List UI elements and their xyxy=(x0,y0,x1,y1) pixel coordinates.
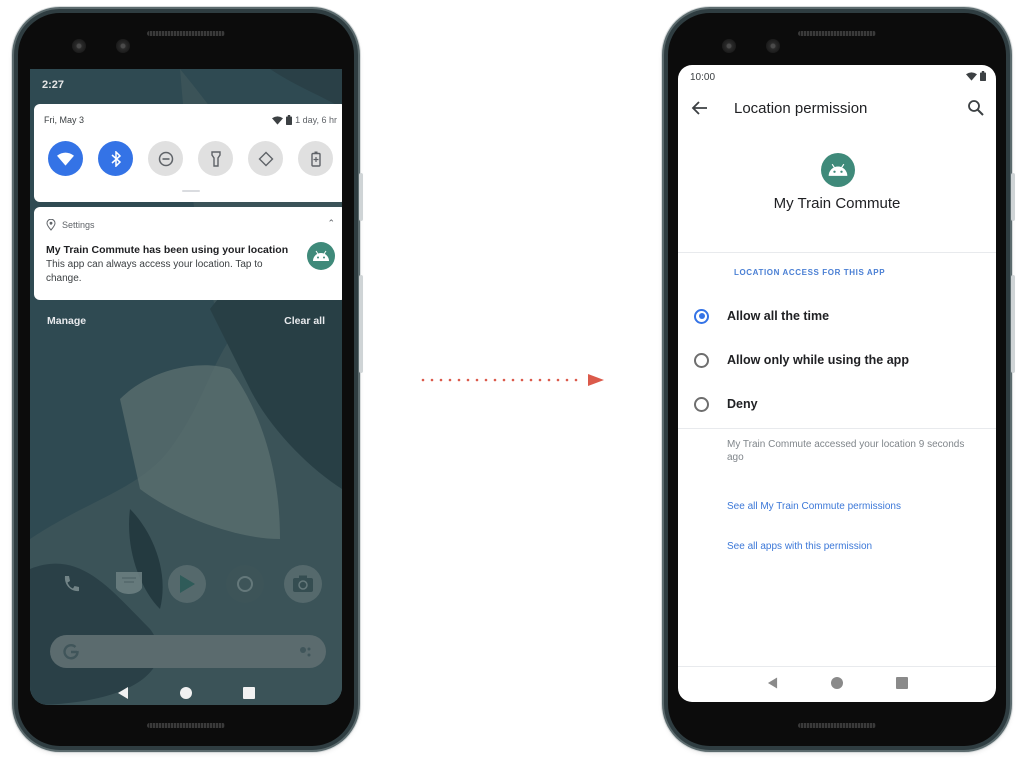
volume-button xyxy=(1011,275,1015,373)
google-search-bar[interactable] xyxy=(50,635,326,668)
option-label: Allow all the time xyxy=(727,309,830,323)
collapse-chevron-icon[interactable]: ⌃ xyxy=(327,218,335,229)
power-button xyxy=(1011,173,1015,221)
android-app-icon xyxy=(307,242,335,270)
option-label: Allow only while using the app xyxy=(727,353,909,367)
divider xyxy=(678,252,996,253)
access-note: My Train Commute accessed your location … xyxy=(727,439,965,463)
flashlight-icon xyxy=(210,150,221,167)
front-sensor xyxy=(116,39,130,53)
notification-source: Settings xyxy=(62,220,95,230)
qs-tile-wifi[interactable] xyxy=(48,141,83,176)
earpiece-speaker xyxy=(147,31,225,36)
location-pin-icon xyxy=(46,219,56,231)
qs-tile-auto-rotate[interactable] xyxy=(248,141,283,176)
qs-expand-handle[interactable] xyxy=(182,190,200,192)
earpiece-speaker xyxy=(798,31,876,36)
qs-tile-do-not-disturb[interactable] xyxy=(148,141,183,176)
back-arrow-icon[interactable] xyxy=(690,98,710,118)
status-icons xyxy=(966,71,986,81)
manage-button[interactable]: Manage xyxy=(47,315,86,327)
assistant-icon[interactable] xyxy=(298,644,314,660)
notification-shade-screen: 2:27 Fri, May 3 1 day, 6 hr Settings ⌃ M… xyxy=(30,69,342,705)
wifi-status-icon xyxy=(272,115,284,125)
qs-tile-flashlight[interactable] xyxy=(198,141,233,176)
play-store-icon[interactable] xyxy=(168,565,206,603)
qs-date: Fri, May 3 xyxy=(44,115,85,125)
bluetooth-icon xyxy=(111,150,121,167)
navigation-bar xyxy=(30,687,342,699)
status-time: 10:00 xyxy=(690,72,716,83)
option-deny[interactable]: Deny xyxy=(694,389,980,419)
home-icon[interactable] xyxy=(179,687,192,699)
bottom-speaker xyxy=(798,723,876,728)
battery-remaining: 1 day, 6 hr xyxy=(295,115,337,125)
wifi-icon xyxy=(57,152,74,166)
search-icon[interactable] xyxy=(966,98,986,118)
status-time: 2:27 xyxy=(42,79,65,91)
messages-icon[interactable] xyxy=(110,565,148,603)
location-notification[interactable]: Settings ⌃ My Train Commute has been usi… xyxy=(34,207,342,300)
transition-arrow xyxy=(421,374,604,386)
location-permission-screen: 10:00 Location permission My Train Commu… xyxy=(678,65,996,702)
radio-unselected[interactable] xyxy=(694,352,709,368)
page-title: Location permission xyxy=(734,100,868,117)
home-icon[interactable] xyxy=(830,677,843,689)
radio-unselected[interactable] xyxy=(694,396,709,412)
android-app-icon xyxy=(821,153,855,187)
left-phone: 2:27 Fri, May 3 1 day, 6 hr Settings ⌃ M… xyxy=(14,9,363,750)
chrome-icon[interactable] xyxy=(226,565,264,603)
section-label: LOCATION ACCESS FOR THIS APP xyxy=(734,268,886,277)
radio-selected[interactable] xyxy=(694,308,709,324)
do-not-disturb-icon xyxy=(158,151,173,166)
google-g-icon xyxy=(63,643,79,659)
auto-rotate-icon xyxy=(258,151,273,166)
app-name: My Train Commute xyxy=(773,195,901,212)
front-sensor xyxy=(766,39,780,53)
see-app-permissions-link[interactable]: See all My Train Commute permissions xyxy=(727,501,901,512)
power-button xyxy=(359,173,363,221)
qs-status: 1 day, 6 hr xyxy=(272,115,337,125)
notification-body: This app can always access your location… xyxy=(46,259,263,284)
divider xyxy=(678,428,996,429)
option-allow-while-using[interactable]: Allow only while using the app xyxy=(694,345,980,375)
front-camera xyxy=(72,39,86,53)
option-label: Deny xyxy=(727,397,758,411)
battery-saver-icon xyxy=(310,151,321,167)
right-phone: 10:00 Location permission My Train Commu… xyxy=(664,9,1015,750)
front-camera xyxy=(722,39,736,53)
qs-tile-bluetooth[interactable] xyxy=(98,141,133,176)
bottom-speaker xyxy=(147,723,225,728)
see-apps-with-permission-link[interactable]: See all apps with this permission xyxy=(727,541,872,552)
notification-title: My Train Commute has been using your loc… xyxy=(46,244,289,256)
home-dock xyxy=(52,565,322,603)
option-allow-all-the-time[interactable]: Allow all the time xyxy=(694,301,980,331)
back-icon[interactable] xyxy=(767,677,778,689)
recents-icon[interactable] xyxy=(242,687,255,699)
quick-settings-tiles xyxy=(48,141,333,176)
wifi-status-icon xyxy=(966,71,977,81)
qs-tile-battery-saver[interactable] xyxy=(298,141,333,176)
divider xyxy=(678,666,996,667)
phone-icon[interactable] xyxy=(52,565,90,603)
quick-settings-panel: Fri, May 3 1 day, 6 hr xyxy=(34,104,342,202)
volume-button xyxy=(359,275,363,373)
recents-icon[interactable] xyxy=(895,677,908,689)
battery-status-icon xyxy=(286,115,293,125)
clear-all-button[interactable]: Clear all xyxy=(284,315,325,327)
navigation-bar xyxy=(678,677,996,689)
back-icon[interactable] xyxy=(117,687,129,699)
notification-actions: Manage Clear all xyxy=(47,315,325,327)
notification-header: Settings xyxy=(46,219,95,231)
battery-status-icon xyxy=(980,71,986,81)
camera-icon[interactable] xyxy=(284,565,322,603)
